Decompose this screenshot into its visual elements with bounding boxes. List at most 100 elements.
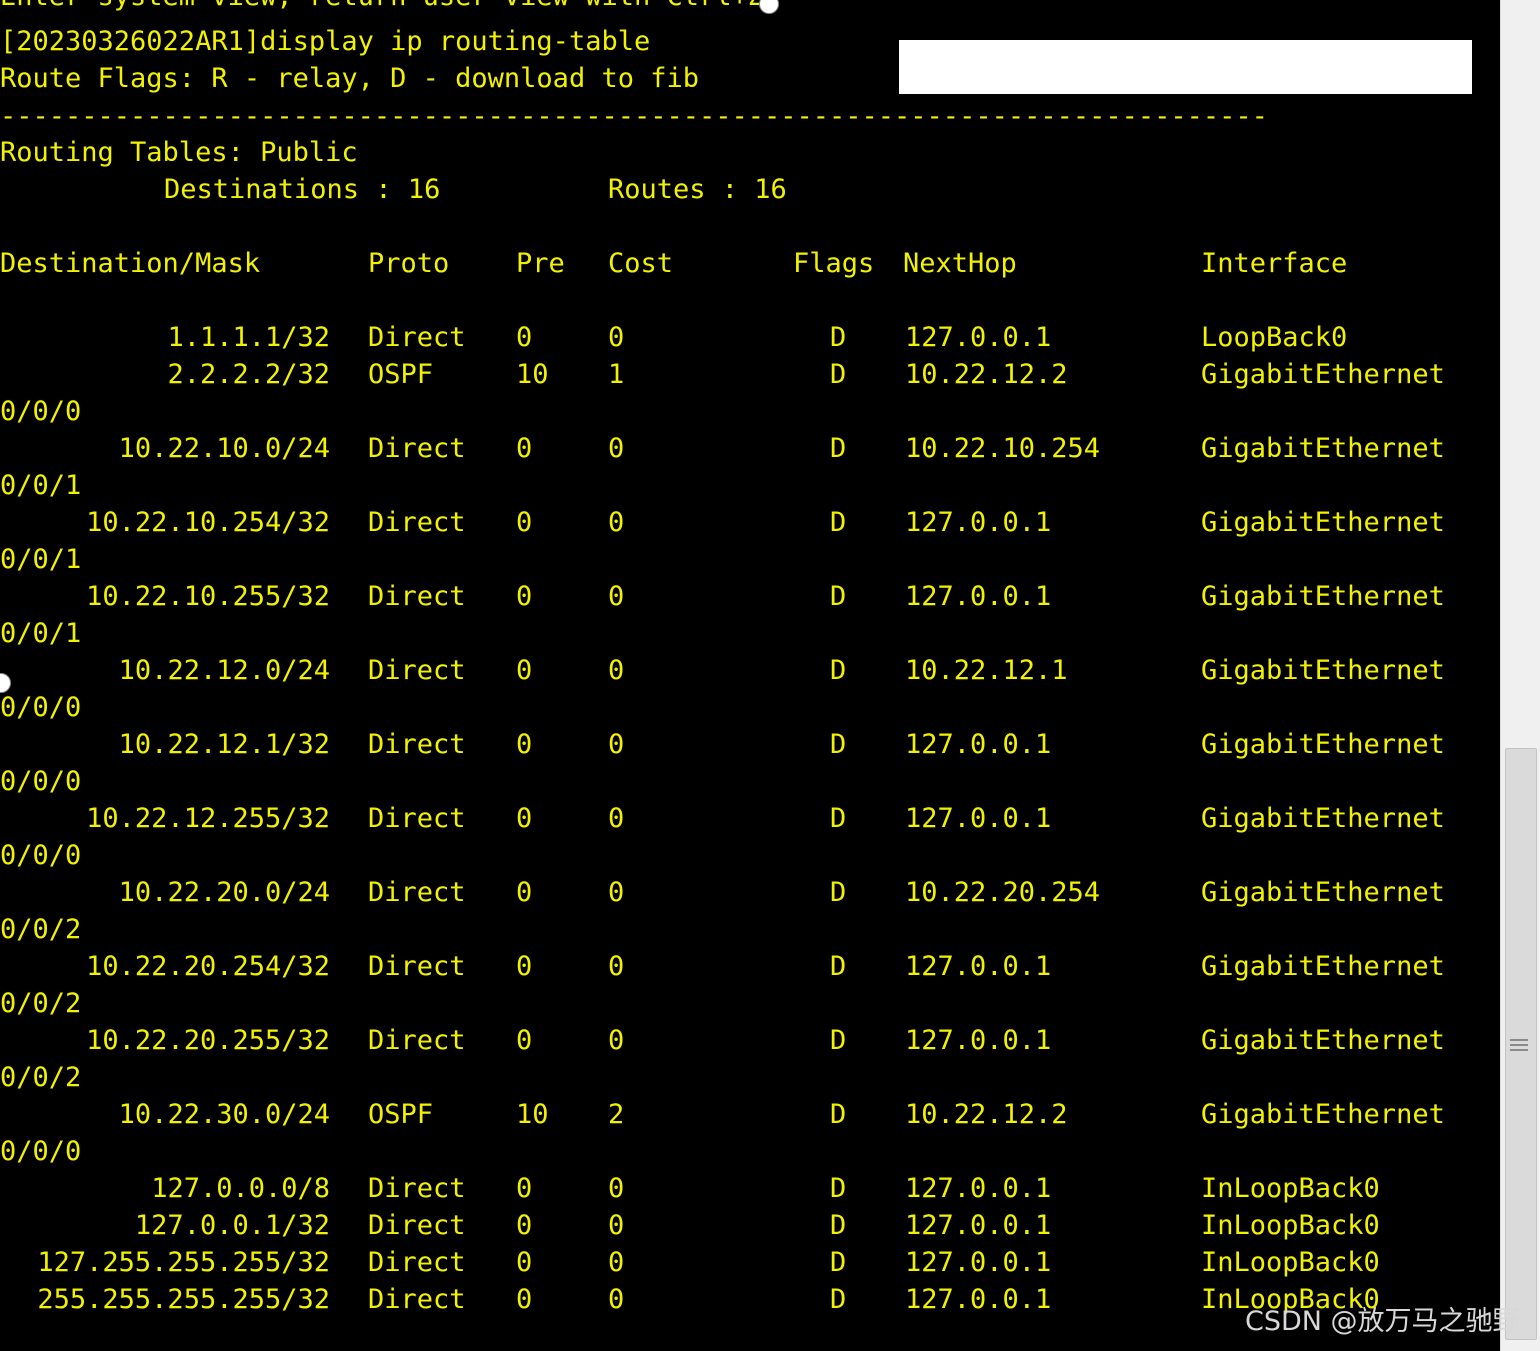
cell-flags: D <box>830 507 847 538</box>
cell-interface-continuation: 0/0/1 <box>0 470 82 501</box>
vertical-scrollbar[interactable] <box>1500 0 1540 1351</box>
route-flags-legend: Route Flags: R - relay, D - download to … <box>0 63 699 94</box>
cell-cost: 0 <box>608 729 625 760</box>
cell-proto: Direct <box>368 1173 466 1204</box>
cell-interface-continuation: 0/0/2 <box>0 914 82 945</box>
cell-pre: 0 <box>516 1173 533 1204</box>
cell-pre: 0 <box>516 729 533 760</box>
terminal-window[interactable]: Enter system view, return user view with… <box>0 0 1540 1351</box>
header-nexthop: NextHop <box>903 248 1017 279</box>
cell-destination: 10.22.10.0/24 <box>118 433 330 464</box>
cell-interface-continuation: 0/0/0 <box>0 1136 82 1167</box>
cell-interface-continuation: 0/0/0 <box>0 396 82 427</box>
cell-cost: 1 <box>608 359 625 390</box>
cell-interface: InLoopBack0 <box>1201 1173 1380 1204</box>
redaction-box <box>899 40 1472 94</box>
partial-top-line: Enter system view, return user view with… <box>0 0 780 15</box>
cell-proto: Direct <box>368 877 466 908</box>
scrollbar-grip-icon <box>1510 1036 1528 1056</box>
cell-nexthop: 127.0.0.1 <box>905 1173 1052 1204</box>
cell-pre: 0 <box>516 1025 533 1056</box>
cell-proto: Direct <box>368 1284 466 1315</box>
cell-interface-continuation: 0/0/1 <box>0 618 82 649</box>
cell-pre: 0 <box>516 1210 533 1241</box>
cell-nexthop: 127.0.0.1 <box>905 322 1052 353</box>
cell-flags: D <box>830 951 847 982</box>
cell-interface: GigabitEthernet <box>1201 1025 1445 1056</box>
cell-destination: 10.22.10.255/32 <box>86 581 330 612</box>
cell-flags: D <box>830 1210 847 1241</box>
cell-proto: OSPF <box>368 359 434 390</box>
cell-nexthop: 10.22.12.1 <box>905 655 1068 686</box>
cell-interface-continuation: 0/0/2 <box>0 988 82 1019</box>
cell-destination: 10.22.12.255/32 <box>86 803 330 834</box>
cell-nexthop: 10.22.10.254 <box>905 433 1101 464</box>
cell-nexthop: 127.0.0.1 <box>905 1025 1052 1056</box>
cell-interface: LoopBack0 <box>1201 322 1348 353</box>
cell-pre: 10 <box>516 359 549 390</box>
header-destination: Destination/Mask <box>0 248 261 279</box>
cell-cost: 0 <box>608 1210 625 1241</box>
cell-cost: 0 <box>608 803 625 834</box>
cell-cost: 0 <box>608 877 625 908</box>
cell-nexthop: 127.0.0.1 <box>905 1247 1052 1278</box>
cell-cost: 0 <box>608 655 625 686</box>
cell-interface: GigabitEthernet <box>1201 729 1445 760</box>
header-cost: Cost <box>608 248 674 279</box>
cell-cost: 0 <box>608 507 625 538</box>
cell-destination: 10.22.12.0/24 <box>118 655 330 686</box>
cell-nexthop: 10.22.12.2 <box>905 1099 1068 1130</box>
routing-table-title: Routing Tables: Public <box>0 137 358 168</box>
cell-proto: OSPF <box>368 1099 434 1130</box>
separator-line: ----------------------------------------… <box>0 101 1268 132</box>
cell-interface: InLoopBack0 <box>1201 1210 1380 1241</box>
cell-proto: Direct <box>368 803 466 834</box>
cell-destination: 127.0.0.0/8 <box>151 1173 330 1204</box>
cell-pre: 0 <box>516 507 533 538</box>
cell-proto: Direct <box>368 951 466 982</box>
cell-destination: 10.22.30.0/24 <box>118 1099 330 1130</box>
cell-pre: 0 <box>516 322 533 353</box>
cell-flags: D <box>830 433 847 464</box>
header-flags: Flags <box>793 248 875 279</box>
cell-flags: D <box>830 655 847 686</box>
cell-flags: D <box>830 1173 847 1204</box>
header-proto: Proto <box>368 248 450 279</box>
cell-pre: 0 <box>516 803 533 834</box>
cell-proto: Direct <box>368 433 466 464</box>
header-pre: Pre <box>516 248 565 279</box>
header-interface: Interface <box>1201 248 1348 279</box>
cell-pre: 0 <box>516 1247 533 1278</box>
cell-proto: Direct <box>368 1247 466 1278</box>
cell-nexthop: 10.22.12.2 <box>905 359 1068 390</box>
cell-flags: D <box>830 1099 847 1130</box>
cell-interface: GigabitEthernet <box>1201 581 1445 612</box>
cell-flags: D <box>830 729 847 760</box>
cell-nexthop: 127.0.0.1 <box>905 951 1052 982</box>
cell-cost: 0 <box>608 433 625 464</box>
cell-destination: 255.255.255.255/32 <box>37 1284 330 1315</box>
cell-nexthop: 127.0.0.1 <box>905 1210 1052 1241</box>
cell-interface: GigabitEthernet <box>1201 433 1445 464</box>
cell-flags: D <box>830 803 847 834</box>
cell-destination: 127.0.0.1/32 <box>134 1210 330 1241</box>
cell-flags: D <box>830 1284 847 1315</box>
cell-interface: GigabitEthernet <box>1201 951 1445 982</box>
routes-count: Routes : 16 <box>608 174 787 205</box>
cell-interface: GigabitEthernet <box>1201 1099 1445 1130</box>
cell-interface: GigabitEthernet <box>1201 359 1445 390</box>
cell-flags: D <box>830 322 847 353</box>
cell-interface: GigabitEthernet <box>1201 877 1445 908</box>
cell-destination: 10.22.12.1/32 <box>118 729 330 760</box>
cell-destination: 10.22.20.254/32 <box>86 951 330 982</box>
cell-nexthop: 127.0.0.1 <box>905 581 1052 612</box>
cell-interface: GigabitEthernet <box>1201 803 1445 834</box>
cell-flags: D <box>830 359 847 390</box>
cell-destination: 2.2.2.2/32 <box>167 359 330 390</box>
cell-cost: 0 <box>608 1173 625 1204</box>
cell-flags: D <box>830 1247 847 1278</box>
cell-pre: 0 <box>516 877 533 908</box>
cell-pre: 0 <box>516 951 533 982</box>
command-line: [20230326022AR1]display ip routing-table <box>0 26 651 57</box>
cell-cost: 2 <box>608 1099 625 1130</box>
